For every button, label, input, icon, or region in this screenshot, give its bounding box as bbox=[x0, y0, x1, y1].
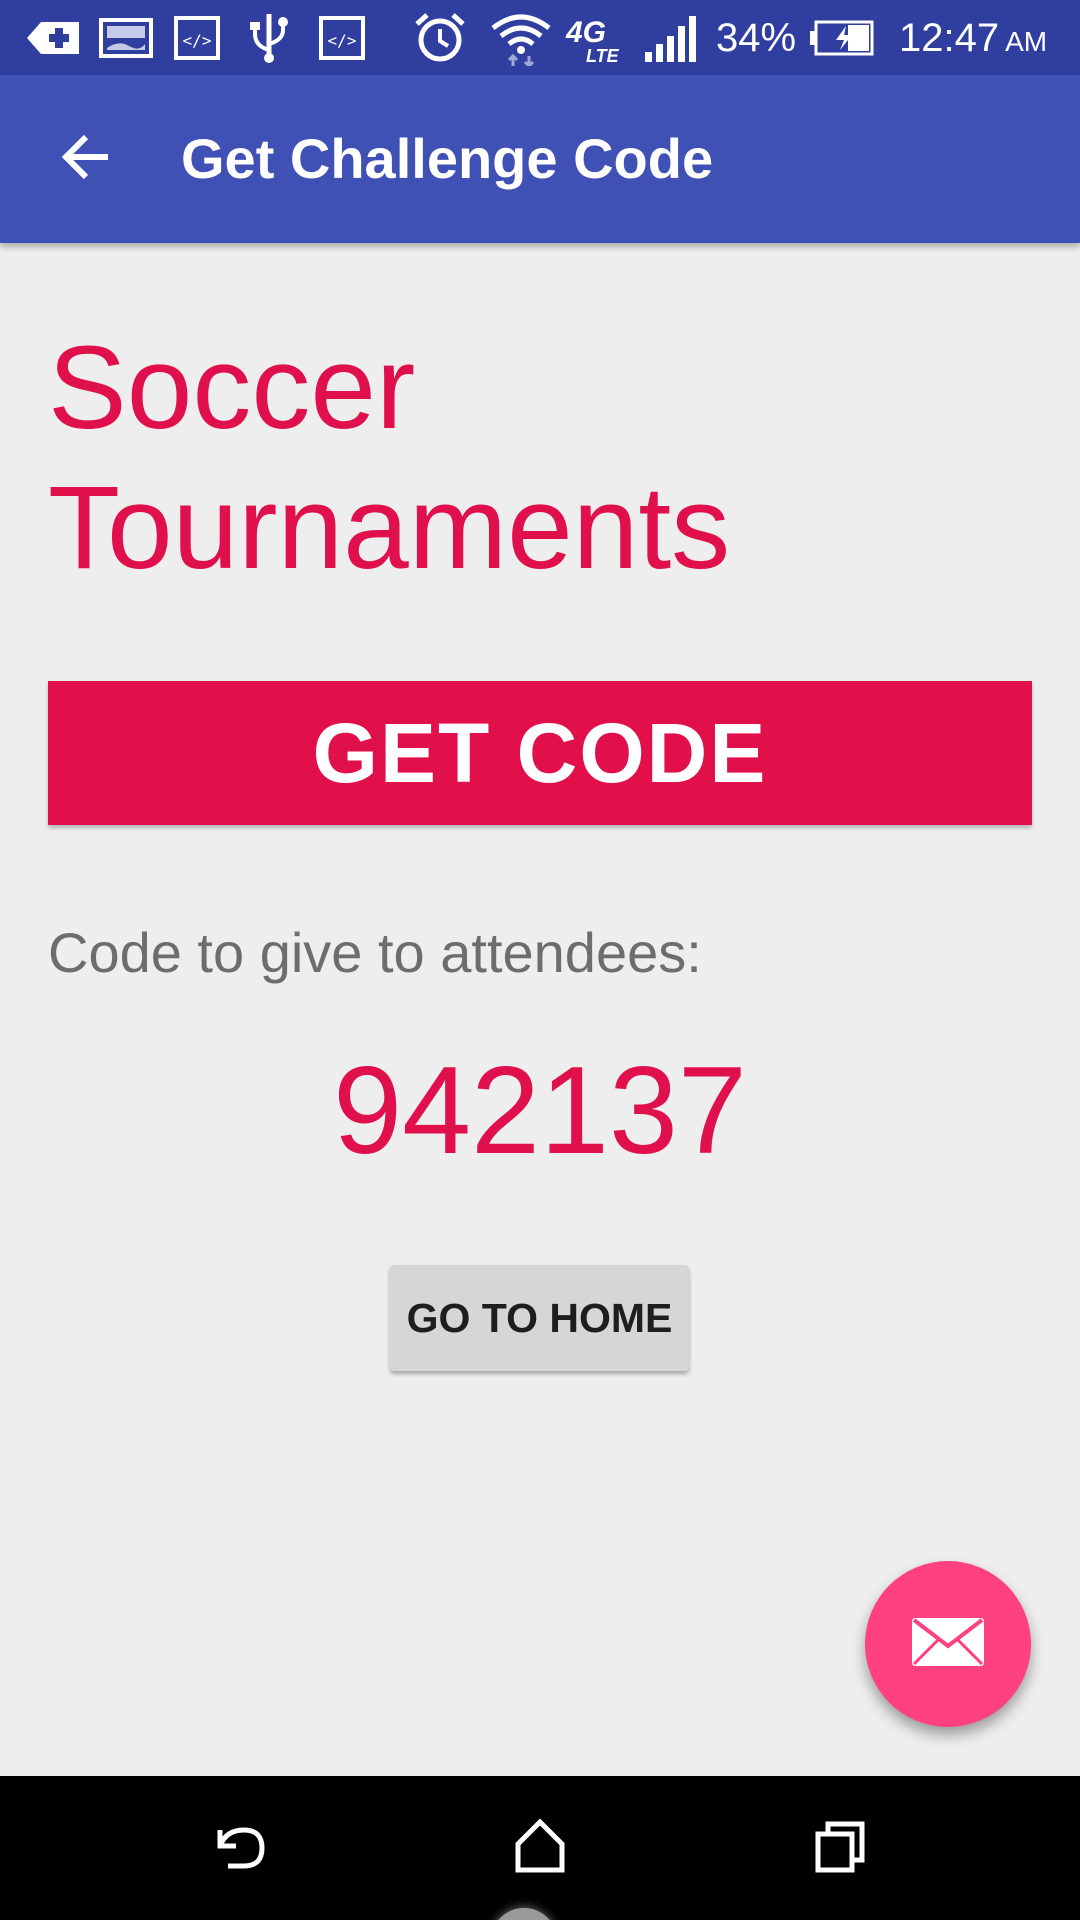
developer-code-icon: </> bbox=[318, 12, 366, 64]
recents-icon bbox=[810, 1816, 870, 1881]
battery-percent: 34% bbox=[716, 16, 797, 60]
page-title: Get Challenge Code bbox=[181, 127, 714, 190]
get-code-button[interactable]: GET CODE bbox=[48, 681, 1032, 825]
developer-code-icon: </> bbox=[173, 12, 221, 64]
touch-indicator bbox=[491, 1908, 557, 1920]
nav-home-button[interactable] bbox=[490, 1798, 590, 1898]
challenge-code: 942137 bbox=[333, 1042, 747, 1180]
nav-recents-button[interactable] bbox=[790, 1798, 890, 1898]
home-icon bbox=[510, 1816, 570, 1881]
status-time: 12:47 AM bbox=[899, 12, 1047, 64]
signal-icon bbox=[640, 12, 702, 64]
4g-lte-icon: 4G LTE bbox=[562, 12, 628, 64]
add-notification-icon bbox=[24, 12, 82, 64]
time-value: 12:47 bbox=[899, 16, 1000, 60]
battery-charging-icon bbox=[807, 12, 877, 64]
svg-text:</>: </> bbox=[183, 31, 212, 50]
svg-text:</>: </> bbox=[328, 31, 357, 50]
back-button[interactable] bbox=[48, 121, 124, 197]
image-icon bbox=[98, 12, 154, 64]
go-to-home-button[interactable]: GO TO HOME bbox=[390, 1265, 689, 1371]
event-title: Soccer Tournaments bbox=[48, 322, 731, 594]
alarm-icon bbox=[412, 12, 468, 64]
svg-text:LTE: LTE bbox=[586, 46, 620, 64]
svg-text:4G: 4G bbox=[565, 16, 606, 49]
wifi-icon bbox=[488, 12, 554, 66]
arrow-back-icon bbox=[58, 129, 114, 190]
time-ampm: AM bbox=[1005, 26, 1048, 57]
email-fab[interactable] bbox=[865, 1561, 1031, 1727]
back-icon bbox=[210, 1816, 270, 1881]
status-bar: </> </> 4G LTE 34% 12:47 AM bbox=[0, 0, 1080, 75]
nav-back-button[interactable] bbox=[190, 1798, 290, 1898]
navigation-bar bbox=[0, 1776, 1080, 1920]
code-label: Code to give to attendees: bbox=[48, 921, 702, 984]
usb-icon bbox=[246, 12, 292, 64]
mail-icon bbox=[910, 1616, 986, 1673]
app-bar: Get Challenge Code bbox=[0, 75, 1080, 243]
